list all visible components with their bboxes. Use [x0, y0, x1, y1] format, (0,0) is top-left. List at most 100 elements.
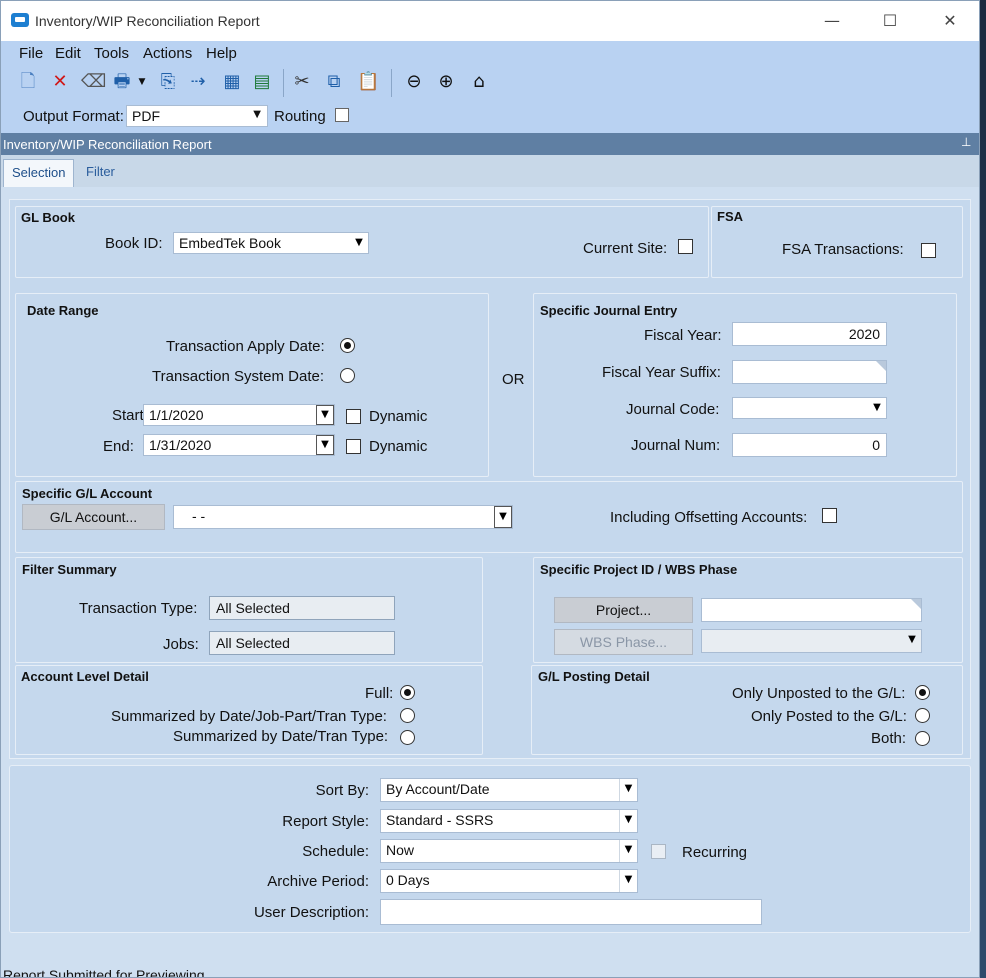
- minimize-button[interactable]: —: [809, 7, 855, 35]
- clear-icon[interactable]: ⌫: [81, 71, 106, 93]
- chevron-down-icon: ▼: [619, 840, 637, 862]
- lookup-corner-icon: [911, 599, 921, 609]
- start-date-field[interactable]: 1/1/2020 ▼: [143, 404, 335, 426]
- panel-title: Inventory/WIP Reconciliation Report: [3, 137, 212, 152]
- archive-period-select[interactable]: 0 Days ▼: [380, 869, 638, 893]
- sort-by-label: Sort By:: [315, 782, 369, 799]
- journal-code-label: Journal Code:: [626, 401, 720, 418]
- print-dropdown-icon[interactable]: ▼: [131, 71, 153, 93]
- system-date-radio[interactable]: [340, 368, 355, 383]
- chevron-down-icon: ▼: [316, 435, 334, 455]
- sort-by-value: By Account/Date: [386, 781, 490, 797]
- book-id-select[interactable]: EmbedTek Book ▼: [173, 232, 369, 254]
- close-button[interactable]: ✕: [927, 7, 973, 35]
- preview-icon[interactable]: ⎘: [157, 71, 179, 93]
- excel-icon[interactable]: ▤: [251, 71, 273, 93]
- tab-filter[interactable]: Filter: [78, 159, 123, 187]
- fiscal-year-label: Fiscal Year:: [644, 327, 722, 344]
- back-icon[interactable]: ⊖: [403, 71, 425, 93]
- app-icon: [11, 13, 29, 27]
- posting-detail-title: G/L Posting Detail: [538, 669, 650, 684]
- chevron-down-icon: ▼: [619, 870, 637, 892]
- fsa-transactions-label: FSA Transactions:: [782, 241, 904, 258]
- menu-tools[interactable]: Tools: [94, 45, 129, 62]
- end-dynamic-checkbox[interactable]: [346, 439, 361, 454]
- chevron-down-icon: ▼: [494, 506, 512, 528]
- summarized-tran-type-radio[interactable]: [400, 730, 415, 745]
- or-label: OR: [502, 371, 525, 388]
- tab-selection[interactable]: Selection: [3, 159, 75, 187]
- routing-checkbox[interactable]: [335, 108, 349, 122]
- start-dynamic-checkbox[interactable]: [346, 409, 361, 424]
- toolbar-separator: [283, 69, 284, 97]
- both-radio[interactable]: [915, 731, 930, 746]
- recurring-checkbox[interactable]: [651, 844, 666, 859]
- maximize-button[interactable]: ☐: [867, 7, 913, 35]
- summarized-tran-type-label: Summarized by Date/Tran Type:: [173, 728, 389, 745]
- home-icon[interactable]: ⌂: [468, 71, 490, 93]
- offsetting-accounts-checkbox[interactable]: [822, 508, 837, 523]
- fiscal-year-input[interactable]: 2020: [732, 322, 887, 346]
- chevron-down-icon: ▼: [316, 405, 334, 425]
- desktop-edge: [980, 0, 986, 978]
- sort-by-select[interactable]: By Account/Date ▼: [380, 778, 638, 802]
- posted-radio[interactable]: [915, 708, 930, 723]
- output-format-select[interactable]: PDF ▼: [126, 105, 268, 127]
- send-icon[interactable]: ⇢: [187, 71, 209, 93]
- delete-icon[interactable]: ✕: [49, 71, 71, 93]
- print-icon[interactable]: 🖶: [111, 71, 133, 93]
- full-radio[interactable]: [400, 685, 415, 700]
- filter-summary-title: Filter Summary: [22, 562, 117, 577]
- report-style-label: Report Style:: [282, 813, 369, 830]
- menu-help[interactable]: Help: [206, 45, 237, 62]
- account-level-title: Account Level Detail: [21, 669, 149, 684]
- copy-icon[interactable]: ⧉: [323, 71, 345, 93]
- journal-entry-title: Specific Journal Entry: [540, 303, 678, 318]
- book-id-label: Book ID:: [105, 235, 163, 252]
- schedule-value: Now: [386, 842, 415, 858]
- menu-actions[interactable]: Actions: [143, 45, 192, 62]
- project-wbs-title: Specific Project ID / WBS Phase: [540, 562, 738, 577]
- menu-file[interactable]: File: [19, 45, 43, 62]
- end-date-field[interactable]: 1/31/2020 ▼: [143, 434, 335, 456]
- paste-icon[interactable]: 📋: [357, 71, 379, 93]
- gl-book-title: GL Book: [21, 210, 75, 225]
- apply-date-radio[interactable]: [340, 338, 355, 353]
- report-window: Inventory/WIP Reconciliation Report — ☐ …: [0, 0, 980, 978]
- journal-num-label: Journal Num:: [631, 437, 721, 454]
- output-format-value: PDF: [132, 108, 160, 124]
- fiscal-year-suffix-label: Fiscal Year Suffix:: [602, 364, 721, 381]
- jobs-field: All Selected: [209, 631, 395, 655]
- apply-date-label: Transaction Apply Date:: [166, 338, 325, 355]
- book-id-value: EmbedTek Book: [179, 235, 281, 251]
- export-icon[interactable]: ▦: [221, 71, 243, 93]
- schedule-select[interactable]: Now ▼: [380, 839, 638, 863]
- cut-icon[interactable]: ✂: [291, 71, 313, 93]
- toolbar-separator: [391, 69, 392, 97]
- journal-code-select[interactable]: ▼: [732, 397, 887, 419]
- unposted-radio[interactable]: [915, 685, 930, 700]
- user-description-input[interactable]: [380, 899, 762, 925]
- chevron-down-icon: ▼: [355, 237, 363, 248]
- end-date-value: 1/31/2020: [149, 437, 212, 453]
- fsa-transactions-checkbox[interactable]: [921, 243, 936, 258]
- current-site-checkbox[interactable]: [678, 239, 693, 254]
- chevron-down-icon: ▼: [619, 779, 637, 801]
- menu-edit[interactable]: Edit: [55, 45, 81, 62]
- wbs-phase-select[interactable]: ▼: [701, 629, 922, 653]
- new-icon[interactable]: 🗋: [17, 71, 39, 93]
- pin-icon[interactable]: ⊥: [961, 135, 971, 149]
- report-style-select[interactable]: Standard - SSRS ▼: [380, 809, 638, 833]
- fiscal-year-suffix-input[interactable]: [732, 360, 887, 384]
- user-description-label: User Description:: [253, 904, 369, 921]
- journal-num-input[interactable]: 0: [732, 433, 887, 457]
- routing-label: Routing: [274, 108, 326, 125]
- wbs-phase-button[interactable]: WBS Phase...: [554, 629, 693, 655]
- forward-icon[interactable]: ⊕: [435, 71, 457, 93]
- project-input[interactable]: [701, 598, 922, 622]
- full-label: Full:: [365, 685, 394, 702]
- gl-account-select[interactable]: - - ▼: [173, 505, 513, 529]
- summarized-job-part-radio[interactable]: [400, 708, 415, 723]
- project-button[interactable]: Project...: [554, 597, 693, 623]
- gl-account-button[interactable]: G/L Account...: [22, 504, 165, 530]
